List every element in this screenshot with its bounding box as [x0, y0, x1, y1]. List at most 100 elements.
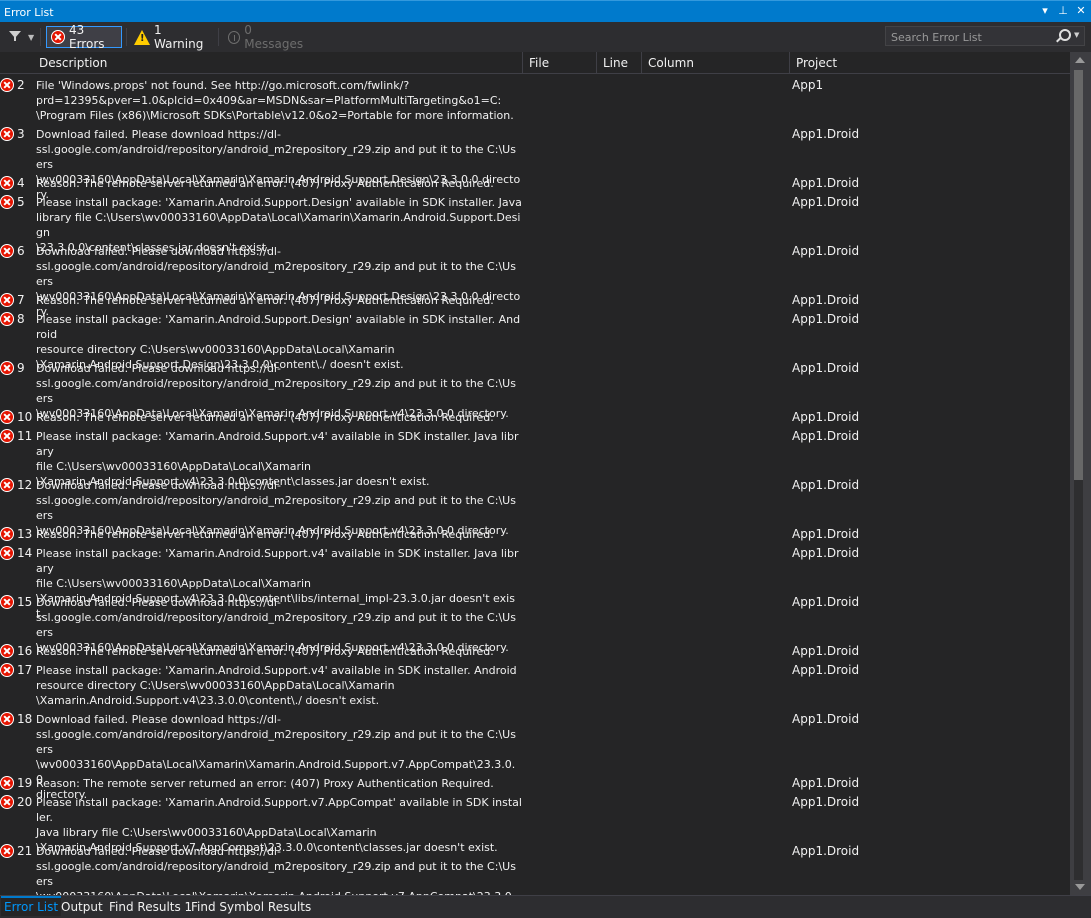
toolbar-separator	[218, 28, 219, 46]
row-number: 3	[17, 127, 25, 141]
error-icon	[0, 410, 14, 424]
error-icon	[0, 776, 14, 790]
toolbar-separator	[40, 28, 41, 46]
search-box: ▼	[885, 26, 1085, 47]
error-icon	[0, 195, 14, 209]
row-project: App1.Droid	[792, 293, 860, 307]
table-row[interactable]: 8 Please install package: 'Xamarin.Androi…	[0, 309, 1070, 371]
filter-icon-stem	[14, 37, 16, 41]
tab-find-results-1[interactable]: Find Results 1	[106, 898, 195, 916]
toolbar-separator	[126, 28, 127, 46]
column-header-column[interactable]: Column	[642, 52, 790, 74]
row-number: 6	[17, 244, 25, 258]
table-row[interactable]: 15 Download failed. Please download https…	[0, 592, 1070, 654]
vertical-scrollbar[interactable]	[1070, 52, 1091, 895]
row-number: 12	[17, 478, 33, 492]
row-project: App1.Droid	[792, 478, 860, 492]
table-row[interactable]: 6 Download failed. Please download https:…	[0, 241, 1070, 318]
column-header-description[interactable]: Description	[33, 52, 523, 74]
row-number: 9	[17, 361, 25, 375]
row-number: 15	[17, 595, 33, 609]
row-number: 11	[17, 429, 33, 443]
row-project: App1.Droid	[792, 176, 860, 190]
row-number: 5	[17, 195, 25, 209]
tab-error-list[interactable]: Error List	[1, 896, 62, 916]
row-project: App1.Droid	[792, 546, 860, 560]
column-header-line[interactable]: Line	[597, 52, 642, 74]
error-icon	[0, 78, 14, 92]
table-row[interactable]: 11 Please install package: 'Xamarin.Andro…	[0, 426, 1070, 488]
column-header-file[interactable]: File	[523, 52, 597, 74]
title-bar: Error List ▾ ⊥ ✕	[0, 0, 1091, 22]
table-row[interactable]: 13 Reason: The remote server returned an …	[0, 524, 1070, 543]
table-row[interactable]: 5 Please install package: 'Xamarin.Androi…	[0, 192, 1070, 254]
row-project: App1.Droid	[792, 244, 860, 258]
table-row[interactable]: 14 Please install package: 'Xamarin.Andro…	[0, 543, 1070, 620]
error-icon	[0, 844, 14, 858]
error-icon	[0, 644, 14, 658]
row-project: App1.Droid	[792, 595, 860, 609]
bottom-tab-strip: Error List Output Find Results 1 Find Sy…	[0, 895, 1091, 918]
table-row[interactable]: 20 Please install package: 'Xamarin.Andro…	[0, 792, 1070, 854]
error-icon	[0, 712, 14, 726]
warnings-filter-button[interactable]: ! 1 Warning	[130, 23, 212, 51]
row-description: Please install package: 'Xamarin.Android…	[36, 664, 517, 707]
row-number: 10	[17, 410, 33, 424]
errors-filter-button[interactable]: 43 Errors	[46, 23, 122, 51]
row-description: File 'Windows.props' not found. See http…	[36, 79, 514, 122]
error-icon	[0, 546, 14, 560]
error-icon	[0, 312, 14, 326]
dropdown-menu-icon[interactable]: ▾	[1039, 4, 1051, 17]
table-row[interactable]: 17 Please install package: 'Xamarin.Andro…	[0, 660, 1070, 709]
chevron-down-icon[interactable]: ▼	[1074, 31, 1079, 39]
row-description: Reason: The remote server returned an er…	[36, 177, 494, 190]
error-icon	[0, 293, 14, 307]
error-icon	[0, 176, 14, 190]
search-icon[interactable]	[1059, 29, 1071, 41]
table-row[interactable]: 4 Reason: The remote server returned an e…	[0, 173, 1070, 192]
error-icon	[51, 30, 65, 44]
row-description: Reason: The remote server returned an er…	[36, 294, 494, 307]
table-row[interactable]: 10 Reason: The remote server returned an …	[0, 407, 1070, 426]
table-row[interactable]: 21 Download failed. Please download https…	[0, 841, 1070, 895]
tab-find-symbol-results[interactable]: Find Symbol Results	[188, 898, 314, 916]
scroll-up-icon[interactable]	[1075, 57, 1085, 63]
column-header-project[interactable]: Project	[790, 52, 1070, 74]
table-row[interactable]: 3 Download failed. Please download https:…	[0, 124, 1070, 201]
filter-button[interactable]: ▼	[6, 29, 36, 45]
row-project: App1.Droid	[792, 410, 860, 424]
window-title: Error List	[4, 6, 54, 19]
table-row[interactable]: 7 Reason: The remote server returned an e…	[0, 290, 1070, 309]
warnings-count-label: 1 Warning	[154, 23, 204, 51]
error-icon	[0, 429, 14, 443]
table-row[interactable]: 9 Download failed. Please download https:…	[0, 358, 1070, 420]
pin-icon[interactable]: ⊥	[1057, 4, 1069, 17]
table-row[interactable]: 19 Reason: The remote server returned an …	[0, 773, 1070, 792]
table-row[interactable]: 12 Download failed. Please download https…	[0, 475, 1070, 537]
table-row[interactable]: 2 File 'Windows.props' not found. See htt…	[0, 75, 1070, 124]
table-row[interactable]: 16 Reason: The remote server returned an …	[0, 641, 1070, 660]
search-input[interactable]	[886, 27, 1053, 47]
row-project: App1.Droid	[792, 644, 860, 658]
row-number: 16	[17, 644, 33, 658]
row-number: 17	[17, 663, 33, 677]
row-project: App1.Droid	[792, 712, 860, 726]
row-number: 20	[17, 795, 33, 809]
row-number: 4	[17, 176, 25, 190]
row-description: Reason: The remote server returned an er…	[36, 777, 494, 790]
close-icon[interactable]: ✕	[1075, 4, 1087, 17]
messages-filter-button[interactable]: 0 Messages	[224, 23, 314, 51]
scroll-thumb[interactable]	[1074, 70, 1083, 480]
row-number: 8	[17, 312, 25, 326]
error-icon	[0, 527, 14, 541]
scroll-down-icon[interactable]	[1075, 884, 1085, 890]
error-icon	[0, 795, 14, 809]
toolbar: ▼ 43 Errors ! 1 Warning 0 Messages ▼	[0, 22, 1091, 52]
tab-output[interactable]: Output	[58, 898, 106, 916]
row-project: App1.Droid	[792, 195, 860, 209]
row-number: 21	[17, 844, 33, 858]
row-project: App1.Droid	[792, 127, 860, 141]
row-project: App1	[792, 78, 824, 92]
row-project: App1.Droid	[792, 663, 860, 677]
table-row[interactable]: 18 Download failed. Please download https…	[0, 709, 1070, 801]
